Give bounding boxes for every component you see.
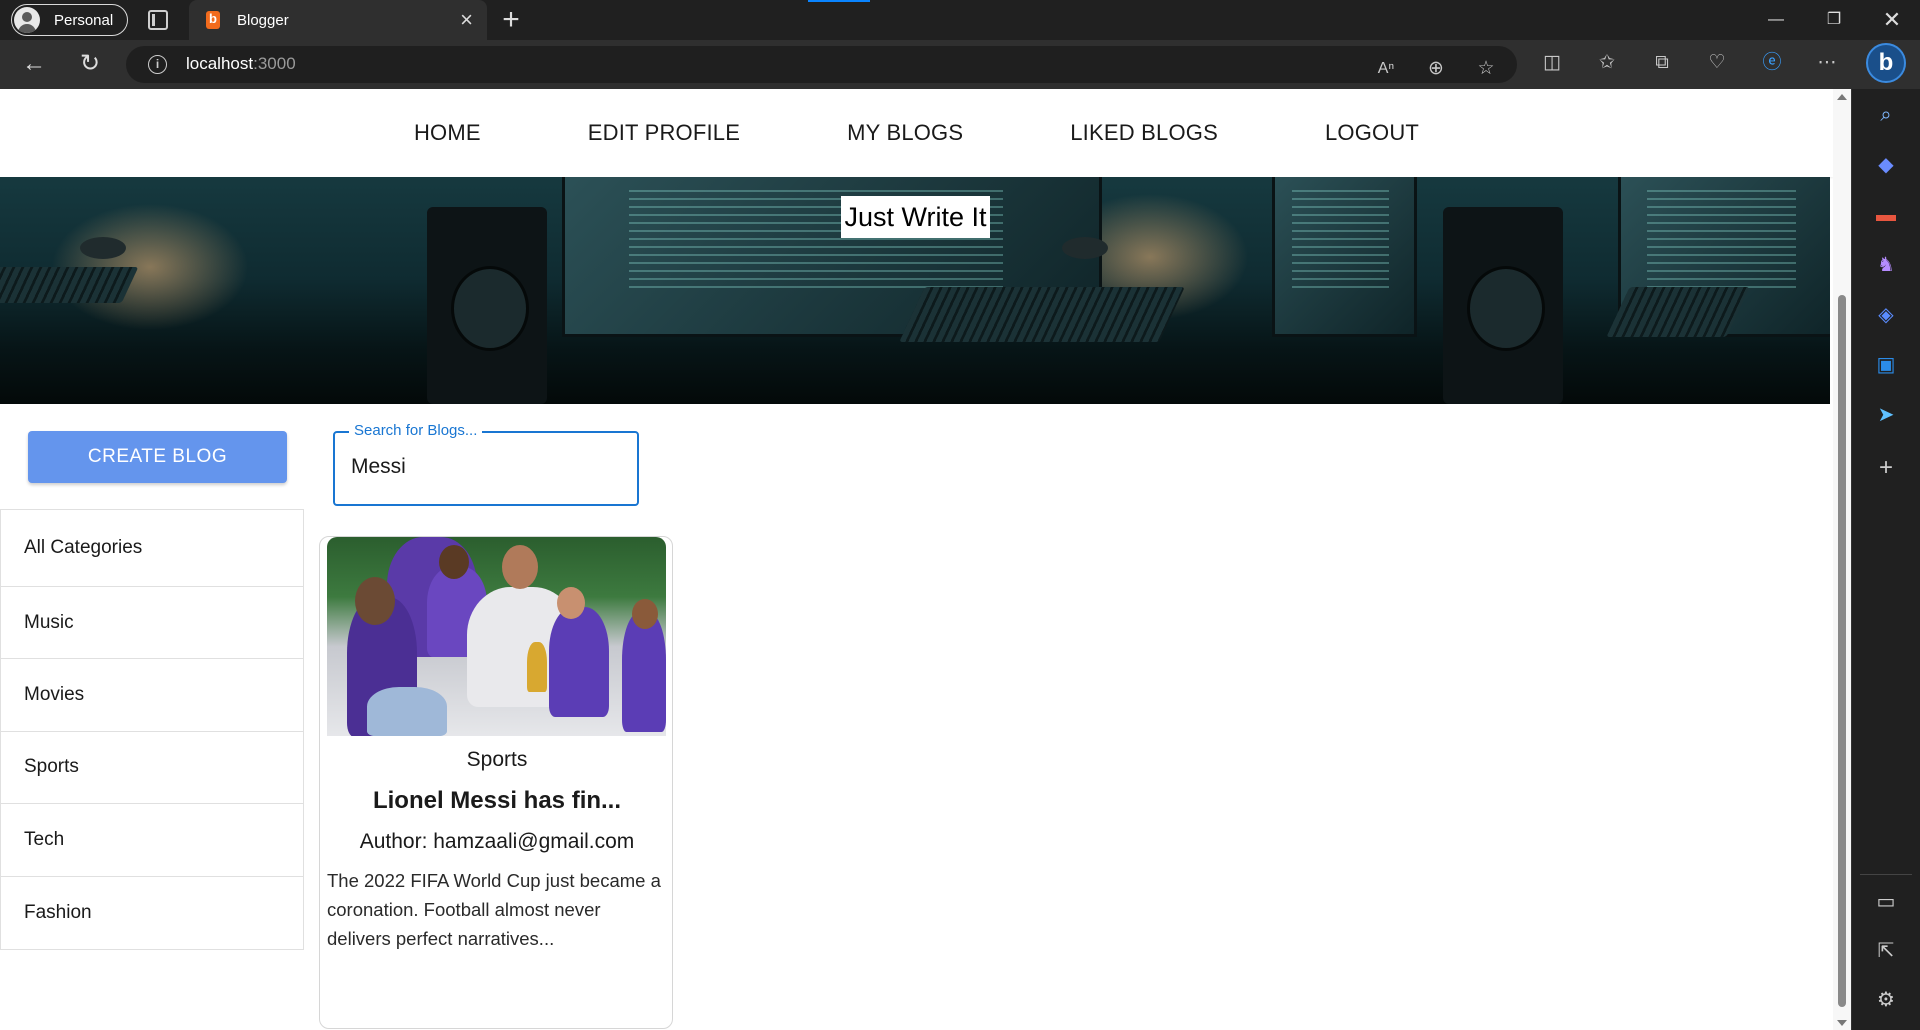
outlook-icon[interactable]: ▣: [1870, 349, 1902, 381]
nav-my-blogs[interactable]: MY BLOGS: [795, 120, 963, 146]
category-sports[interactable]: Sports: [1, 732, 303, 805]
profile-avatar-icon: [14, 7, 40, 33]
category-all[interactable]: All Categories: [1, 510, 303, 587]
browser-toolbar: ← ↻ i localhost:3000 Aⁿ ⊕ ☆ ◫ ✩ ⧉ ♡ ⓔ ⋯ …: [0, 40, 1920, 89]
games-icon[interactable]: ♞: [1870, 249, 1902, 281]
settings-gear-icon[interactable]: ⚙: [1870, 984, 1902, 1016]
blog-card-category: Sports: [466, 748, 528, 771]
open-external-icon[interactable]: ⇱: [1870, 935, 1902, 967]
create-blog-button[interactable]: CREATE BLOG: [28, 431, 287, 483]
edge-icon[interactable]: ⓔ: [1759, 50, 1785, 76]
site-info-icon[interactable]: i: [148, 55, 167, 74]
back-icon[interactable]: ←: [20, 51, 48, 79]
url-text[interactable]: localhost:3000: [186, 54, 296, 74]
category-fashion[interactable]: Fashion: [1, 877, 303, 949]
search-label: Search for Blogs...: [349, 422, 483, 439]
close-window-icon[interactable]: ✕: [1864, 0, 1920, 40]
copilot-icon[interactable]: ◈: [1870, 299, 1902, 331]
more-options-icon[interactable]: ⋯: [1814, 50, 1840, 76]
search-input[interactable]: [351, 455, 621, 479]
category-tech[interactable]: Tech: [1, 804, 303, 877]
zoom-icon[interactable]: ⊕: [1423, 56, 1449, 82]
edge-sidebar: ⌕ ◆ ▬ ♞ ◈ ▣ ➤ + ▭ ⇱ ⚙: [1851, 89, 1920, 1030]
page-viewport: HOME EDIT PROFILE MY BLOGS LIKED BLOGS L…: [0, 89, 1833, 1030]
hero-title: Just Write It: [841, 196, 990, 238]
scroll-down-icon[interactable]: [1837, 1020, 1847, 1026]
nav-logout[interactable]: LOGOUT: [1273, 120, 1419, 146]
blog-card-title[interactable]: Lionel Messi has fin...: [320, 787, 672, 815]
page-scrollbar[interactable]: [1833, 89, 1851, 1030]
tab-title: Blogger: [237, 11, 289, 29]
restore-icon[interactable]: ❐: [1806, 0, 1862, 40]
blog-card-excerpt: The 2022 FIFA World Cup just became a co…: [327, 870, 661, 949]
collections-icon[interactable]: ⧉: [1649, 50, 1675, 76]
url-host: localhost: [186, 54, 254, 73]
split-screen-icon[interactable]: ◫: [1539, 50, 1565, 76]
category-music[interactable]: Music: [1, 587, 303, 660]
hero-desk-image: [0, 177, 410, 404]
hide-sidebar-icon[interactable]: ▭: [1870, 886, 1902, 918]
send-icon[interactable]: ➤: [1870, 399, 1902, 431]
minimize-icon[interactable]: —: [1748, 0, 1804, 40]
url-port: :3000: [253, 54, 296, 73]
tab-close-icon[interactable]: ×: [460, 9, 473, 31]
browser-tab[interactable]: Blogger ×: [189, 0, 487, 40]
category-movies[interactable]: Movies: [1, 659, 303, 732]
read-aloud-icon[interactable]: Aⁿ: [1373, 56, 1399, 82]
favorites-icon[interactable]: ✩: [1594, 50, 1620, 76]
nav-home[interactable]: HOME: [414, 120, 481, 146]
profile-button[interactable]: Personal: [11, 4, 128, 36]
blog-card-author: Author: hamzaali@gmail.com: [359, 830, 635, 853]
refresh-icon[interactable]: ↻: [76, 51, 104, 79]
scroll-thumb[interactable]: [1838, 295, 1846, 1007]
shopping-tag-icon[interactable]: ◆: [1870, 149, 1902, 181]
blog-card[interactable]: Sports Lionel Messi has fin... Author: h…: [319, 536, 673, 1029]
new-tab-icon[interactable]: +: [496, 3, 526, 37]
browser-titlebar: Personal Blogger × + — ❐ ✕: [0, 0, 1920, 40]
search-field[interactable]: Search for Blogs...: [333, 422, 639, 506]
hero-desk-image: [1418, 177, 1830, 404]
drag-indicator: [808, 0, 870, 2]
sidebar-divider: [1860, 874, 1912, 875]
blog-card-image: [327, 537, 666, 736]
favorite-star-icon[interactable]: ☆: [1473, 56, 1499, 82]
bing-copilot-icon[interactable]: b: [1866, 43, 1906, 83]
blogger-favicon-icon: [206, 11, 220, 29]
hero-banner: Just Write It: [0, 177, 1830, 404]
nav-edit-profile[interactable]: EDIT PROFILE: [536, 120, 740, 146]
profile-name: Personal: [54, 11, 114, 29]
address-bar[interactable]: i localhost:3000 Aⁿ ⊕ ☆: [126, 46, 1517, 83]
nav-liked-blogs[interactable]: LIKED BLOGS: [1018, 120, 1218, 146]
browser-essentials-icon[interactable]: ♡: [1704, 50, 1730, 76]
category-list: All Categories Music Movies Sports Tech …: [0, 509, 304, 950]
tools-icon[interactable]: ▬: [1870, 199, 1902, 231]
scroll-up-icon[interactable]: [1837, 94, 1847, 100]
site-nav: HOME EDIT PROFILE MY BLOGS LIKED BLOGS L…: [0, 89, 1833, 177]
add-sidebar-icon[interactable]: +: [1870, 452, 1902, 484]
search-icon[interactable]: ⌕: [1870, 99, 1902, 131]
tab-actions-icon[interactable]: [148, 10, 168, 30]
